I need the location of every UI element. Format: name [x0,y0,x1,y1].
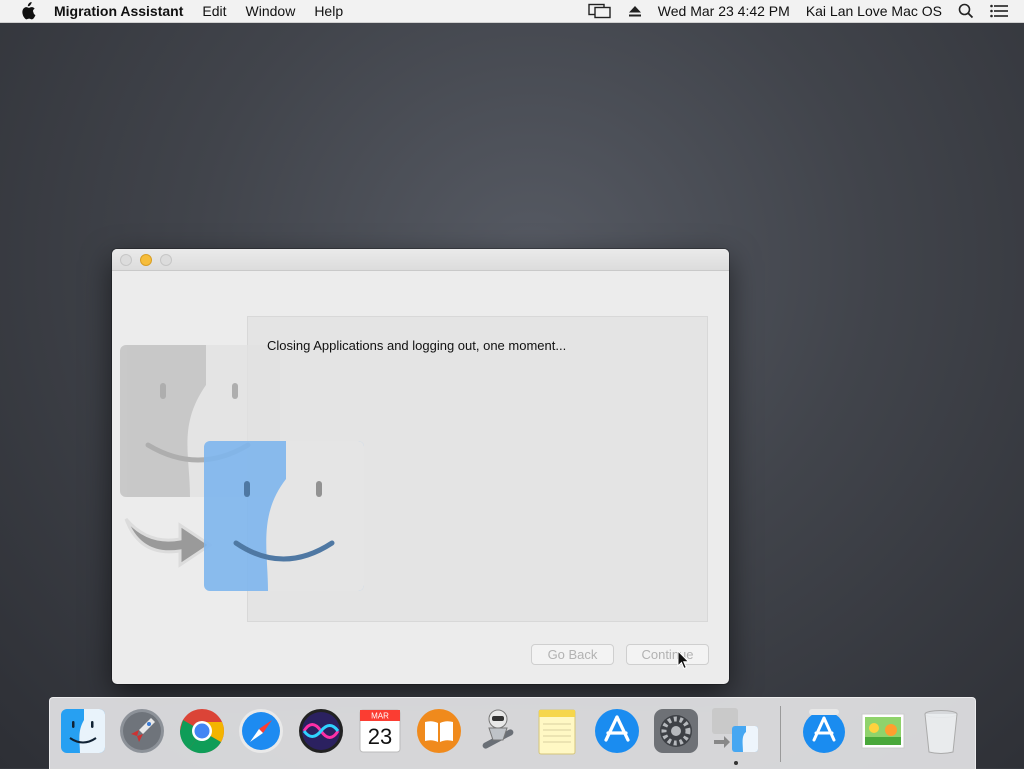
photo-icon[interactable] [858,706,908,756]
mouse-pointer-icon [677,650,690,670]
menu-edit[interactable]: Edit [202,0,226,22]
minimize-button[interactable] [140,254,152,266]
safari-icon[interactable] [236,706,286,756]
chrome-icon[interactable] [177,706,227,756]
calendar-day: 23 [368,724,392,749]
close-button[interactable] [120,254,132,266]
menu-help[interactable]: Help [314,0,343,22]
calendar-icon[interactable]: MAR 23 [355,706,405,756]
migration-finder-icon [120,345,364,591]
apple-menu-icon[interactable] [19,2,37,20]
finder-icon[interactable] [58,706,108,756]
notes-icon[interactable] [532,706,582,756]
eject-icon[interactable] [628,4,642,18]
menu-app-name[interactable]: Migration Assistant [54,0,183,22]
app-store-downloads-icon[interactable] [799,706,849,756]
window-title-bar[interactable] [112,249,729,271]
menu-bar: Migration Assistant Edit Window Help Wed… [0,0,1024,23]
dock-separator [780,706,781,762]
menu-clock[interactable]: Wed Mar 23 4:42 PM [658,3,790,19]
app-store-icon[interactable] [592,706,642,756]
automator-icon[interactable] [473,706,523,756]
calendar-month: MAR [371,712,389,721]
books-icon[interactable] [414,706,464,756]
go-back-button[interactable]: Go Back [531,644,614,665]
dock: MAR 23 [49,697,976,769]
migration-assistant-window: Closing Applications and logging out, on… [112,249,729,684]
launchpad-icon[interactable] [117,706,167,756]
notification-center-icon[interactable] [990,4,1008,18]
spotlight-search-icon[interactable] [958,3,974,19]
siri-icon[interactable] [296,706,346,756]
menu-user-name[interactable]: Kai Lan Love Mac OS [806,3,942,19]
display-mirroring-icon[interactable] [588,3,612,19]
running-indicator [734,761,738,765]
trash-icon[interactable] [916,706,966,756]
migration-assistant-icon[interactable] [710,706,760,756]
system-preferences-icon[interactable] [651,706,701,756]
continue-button[interactable]: Continue [626,644,709,665]
status-message: Closing Applications and logging out, on… [267,338,567,353]
menu-window[interactable]: Window [246,0,296,22]
zoom-button[interactable] [160,254,172,266]
